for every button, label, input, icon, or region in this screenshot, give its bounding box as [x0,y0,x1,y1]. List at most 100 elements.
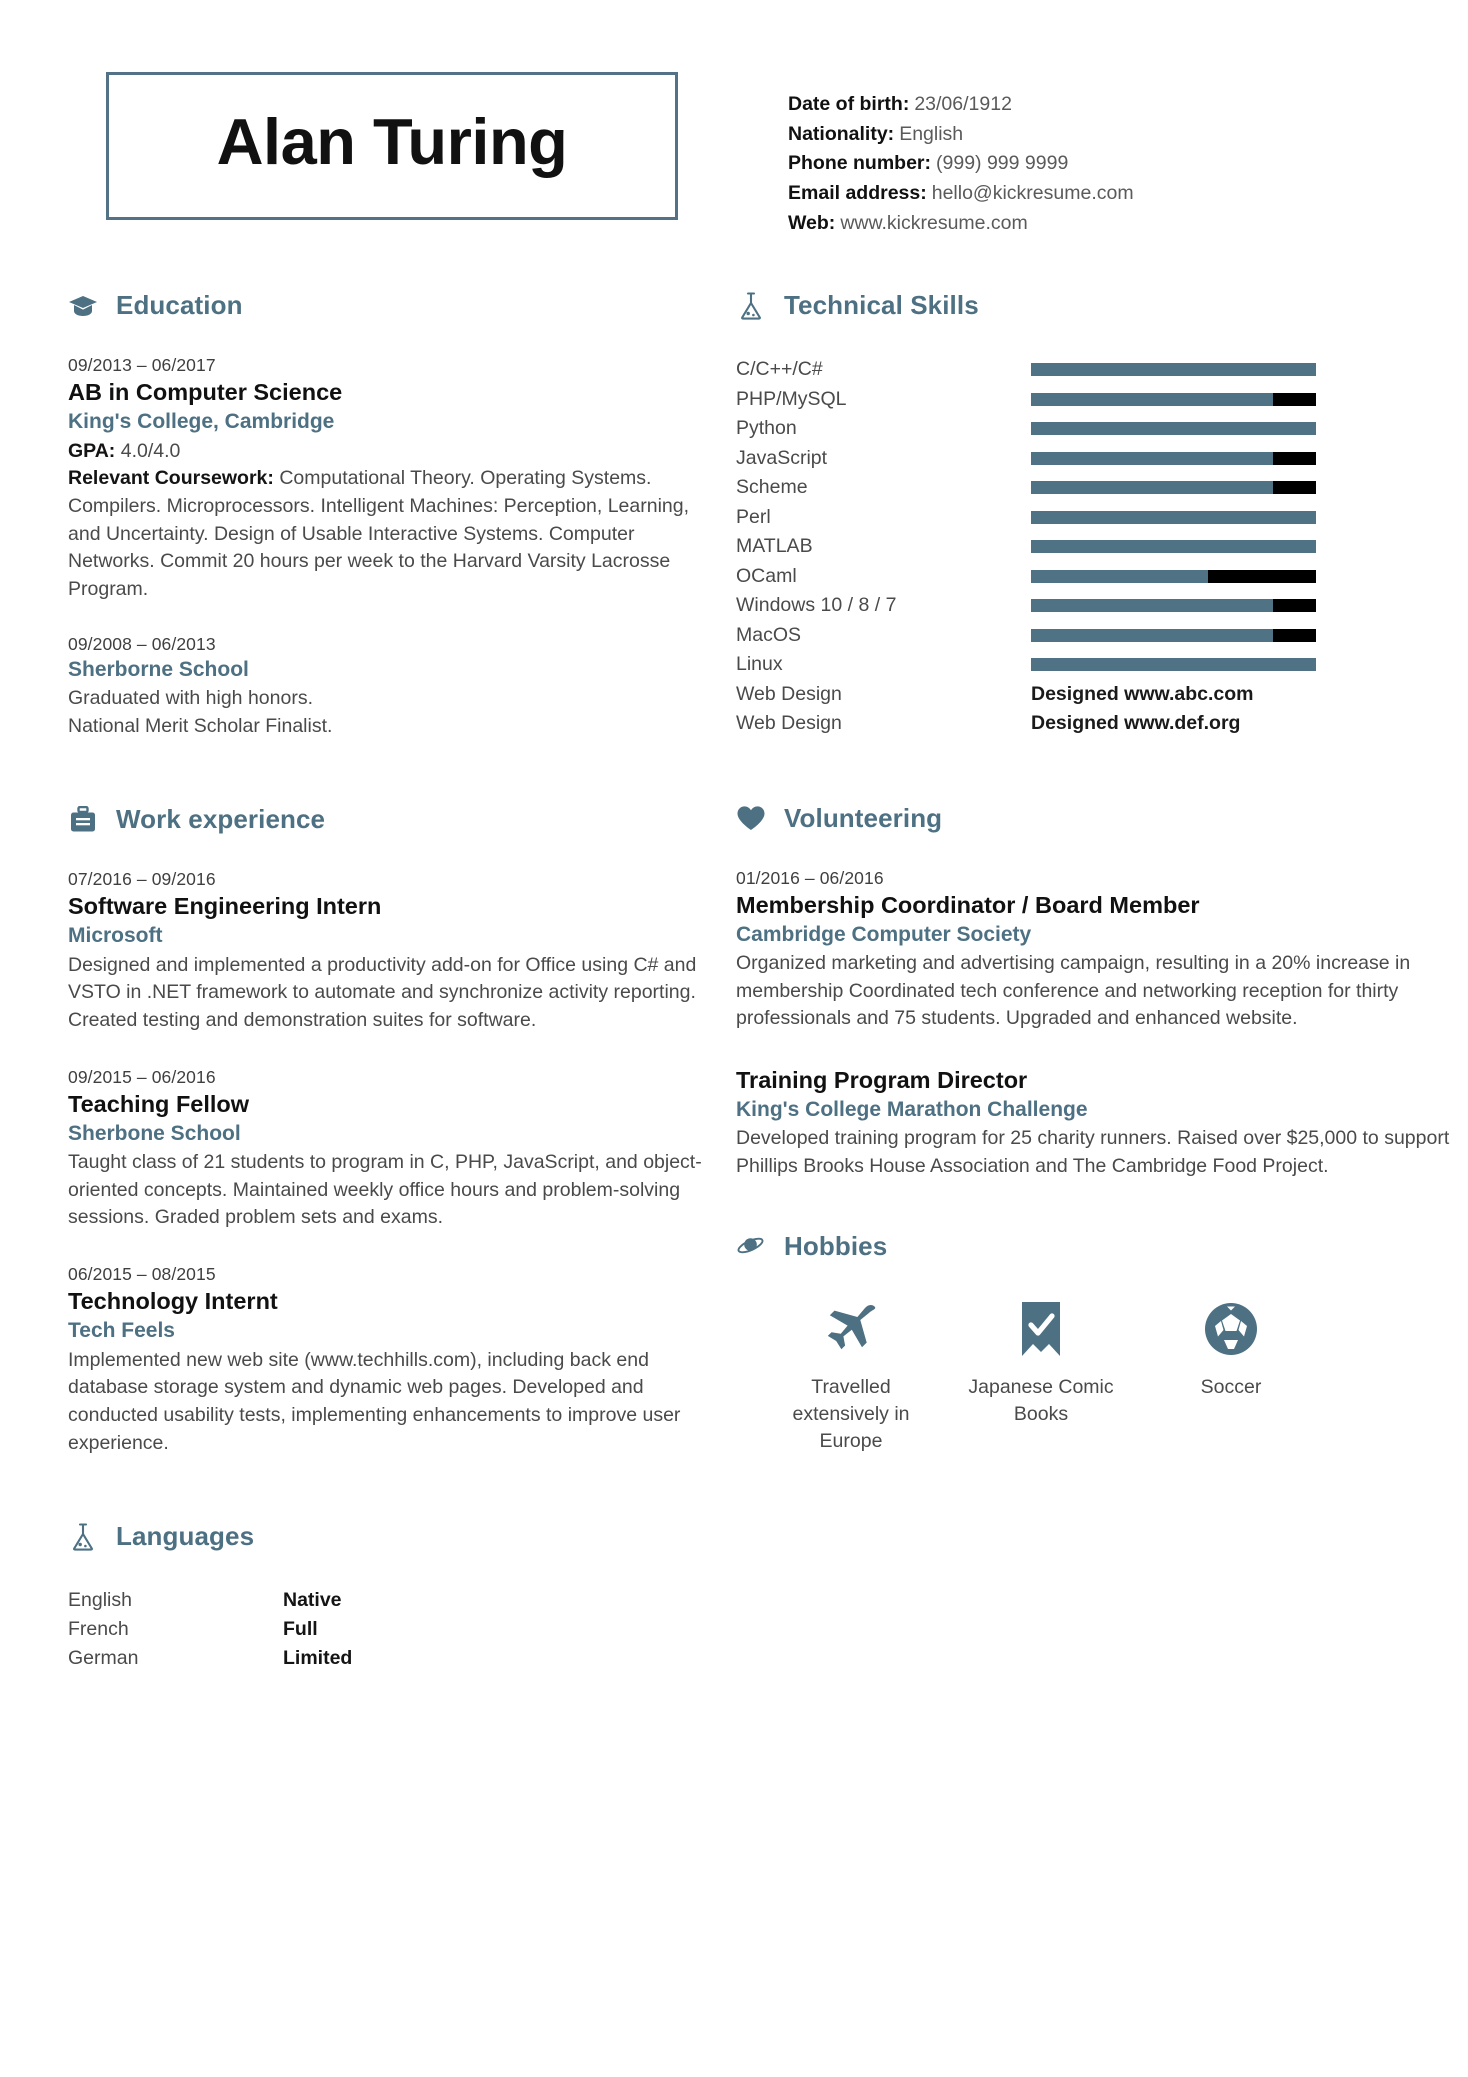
language-name: English [68,1589,132,1612]
skill-row: JavaScript [736,444,1468,474]
volunteering-entry: 01/2016 – 06/2016 Membership Coordinator… [736,868,1468,1033]
gpa-line: GPA: 4.0/4.0 [68,438,706,466]
work-entry: 09/2015 – 06/2016 Teaching Fellow Sherbo… [68,1067,706,1232]
right-column: Technical Skills C/C++/C# PHP/MySQL Python… [706,290,1468,1672]
section-header-hobbies: Hobbies [736,1231,1468,1262]
contact-row-web: Web: www.kickresume.com [788,209,1134,239]
language-row: French Full [68,1615,706,1644]
language-level: Limited [283,1646,353,1669]
skill-row: PHP/MySQL [736,385,1468,415]
resume-header: Alan Turing Date of birth: 23/06/1912 Nat… [0,0,1468,238]
section-education: Education 09/2013 – 06/2017 AB in Comput… [68,290,706,740]
skill-row: Windows 10 / 8 / 7 [736,591,1468,621]
contact-label-email: Email address: [788,181,927,204]
skill-level-bar [1031,540,1316,554]
entry-title: Training Program Director [736,1067,1028,1094]
skill-name: PHP/MySQL [736,387,847,410]
entry-org: King's College, Cambridge [68,410,335,434]
entry-title: Membership Coordinator / Board Member [736,891,1200,918]
section-title-languages: Languages [116,1521,255,1552]
skill-level-fill [1031,422,1316,436]
section-title-work: Work experience [116,804,326,835]
entry-org: Tech Feels [68,1319,175,1343]
language-row: German Limited [68,1644,706,1673]
language-level: Native [283,1589,342,1612]
contact-value-web[interactable]: www.kickresume.com [840,212,1027,234]
work-entry: 06/2015 – 08/2015 Technology Internt Tec… [68,1264,706,1457]
hobby-label: Travelled extensively in Europe [792,1375,910,1452]
skill-row: Linux [736,650,1468,680]
skill-level-fill [1031,569,1208,583]
contact-value-dob: 23/06/1912 [914,93,1012,115]
entry-org: Sherborne School [68,657,249,681]
contact-row-phone: Phone number: (999) 999 9999 [788,149,1134,179]
skill-level-fill [1031,599,1274,613]
contact-label-phone: Phone number: [788,152,932,175]
coursework-label: Relevant Coursework: [68,467,274,490]
work-entry: 07/2016 – 09/2016 Software Engineering I… [68,869,706,1034]
hobby-item: Soccer [1136,1296,1326,1455]
skill-level-bar [1031,628,1316,642]
contact-row-dob: Date of birth: 23/06/1912 [788,90,1134,120]
entry-description: Organized marketing and advertising camp… [736,952,1411,1030]
skill-name: Perl [736,505,771,528]
skill-row: OCaml [736,562,1468,592]
skill-row: Scheme [736,473,1468,503]
hobbies-list: Travelled extensively in Europe Japanese… [736,1296,1468,1455]
entry-date: 09/2013 – 06/2017 [68,355,216,376]
hobby-label: Soccer [1200,1375,1262,1398]
briefcase-icon [68,805,98,835]
education-entry: 09/2008 – 06/2013 Sherborne School Gradu… [68,634,706,741]
section-work-experience: Work experience 07/2016 – 09/2016 Softwa… [68,804,706,1457]
section-title-education: Education [116,290,243,321]
skill-name: MATLAB [736,535,813,558]
skills-list: C/C++/C# PHP/MySQL Python JavaScript Scheme P… [736,355,1468,739]
skill-row: Python [736,414,1468,444]
language-level: Full [283,1617,318,1640]
skill-level-bar [1031,451,1316,465]
entry-description: Developed training program for 25 charit… [736,1127,1450,1178]
skill-name: Web Design [736,712,842,735]
language-name: French [68,1617,129,1640]
entry-description: Graduated with high honors. National Mer… [68,686,333,737]
entry-date: 06/2015 – 08/2015 [68,1264,216,1285]
skill-level-fill [1031,481,1274,495]
contact-label-dob: Date of birth: [788,93,910,115]
graduation-cap-icon [68,291,98,321]
resume-body: Education 09/2013 – 06/2017 AB in Comput… [0,290,1468,1672]
skill-level-fill [1031,363,1316,377]
entry-org: Sherbone School [68,1121,241,1145]
name-box: Alan Turing [106,72,678,220]
skill-level-bar [1031,510,1316,524]
contact-details: Date of birth: 23/06/1912 Nationality: Eng… [788,72,1134,238]
entry-description: Designed and implemented a productivity … [68,953,697,1032]
heart-icon [736,803,766,833]
section-languages: Languages English Native French Full Ger… [68,1521,706,1672]
entry-title: Technology Internt [68,1288,278,1315]
coursework-line: Relevant Coursework: Computational Theor… [68,465,706,603]
skill-level-bar [1031,422,1316,436]
skill-level-fill [1031,510,1316,524]
entry-description: Implemented new web site (www.techhills.… [68,1348,681,1454]
gpa-label: GPA: [68,439,116,462]
section-header-skills: Technical Skills [736,290,1468,321]
skill-text-value: Designed www.def.org [1031,712,1241,735]
hobby-item: Travelled extensively in Europe [756,1296,946,1455]
skill-name: JavaScript [736,446,828,469]
left-column: Education 09/2013 – 06/2017 AB in Comput… [0,290,706,1672]
planet-icon [736,1231,766,1261]
entry-date: 07/2016 – 09/2016 [68,869,216,890]
section-header-work: Work experience [68,804,706,835]
contact-value-email[interactable]: hello@kickresume.com [932,182,1134,204]
skill-row: Perl [736,503,1468,533]
entry-org: Cambridge Computer Society [736,922,1032,946]
contact-label-web: Web: [788,211,836,234]
flask-icon [68,1522,98,1552]
entry-date: 09/2008 – 06/2013 [68,633,216,654]
section-header-education: Education [68,290,706,321]
skill-level-bar [1031,658,1316,672]
skill-level-fill [1031,540,1316,554]
skill-name: Python [736,417,797,440]
page-title: Alan Turing [216,104,568,178]
gpa-value: 4.0/4.0 [120,439,181,462]
